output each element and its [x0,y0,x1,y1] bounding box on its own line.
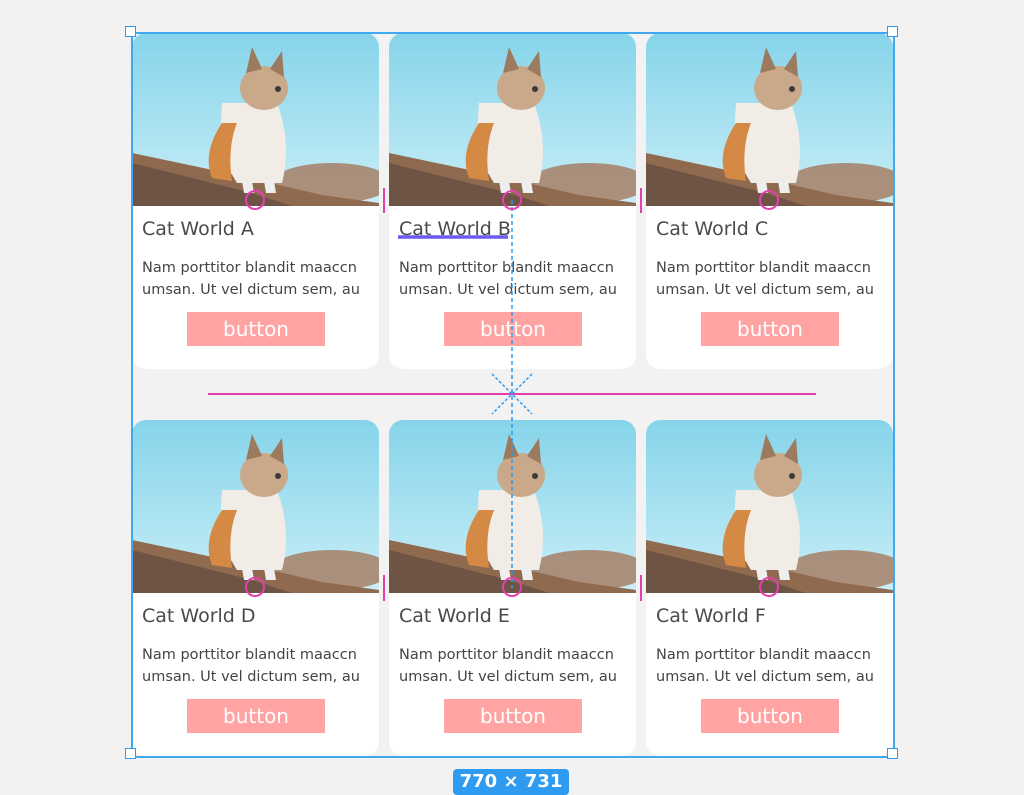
selection-size-badge: 770 × 731 [453,769,569,795]
card-title: Cat World F [656,605,766,627]
card-title: Cat World C [656,218,769,240]
card-description: Nam porttitor blandit maaccn umsan. Ut v… [656,260,874,298]
card-button[interactable]: button [187,699,325,733]
resize-handle-top-right[interactable] [887,26,898,37]
card-e[interactable]: Cat World E Nam porttitor blandit maaccn… [389,420,636,756]
card-title: Cat World B [399,218,511,240]
card-title: Cat World D [142,605,256,627]
card-c[interactable]: Cat World C Nam porttitor blandit maaccn… [646,33,893,369]
card-button[interactable]: button [701,312,839,346]
card-button[interactable]: button [701,699,839,733]
card-d[interactable]: Cat World D Nam porttitor blandit maaccn… [132,420,379,756]
design-canvas[interactable]: Cat World A Nam porttitor blandit maaccn… [0,0,1024,795]
card-button[interactable]: button [187,312,325,346]
card-title: Cat World E [399,605,510,627]
card-a[interactable]: Cat World A Nam porttitor blandit maaccn… [132,33,379,369]
card-f[interactable]: Cat World F Nam porttitor blandit maaccn… [646,420,893,756]
cat-photo [132,33,379,206]
cat-photo [389,420,636,593]
cat-photo [132,420,379,593]
card-description: Nam porttitor blandit maaccn umsan. Ut v… [399,260,617,298]
card-title: Cat World A [142,218,254,240]
cat-photo [646,420,893,593]
card-description: Nam porttitor blandit maaccn umsan. Ut v… [142,260,360,298]
resize-handle-top-left[interactable] [125,26,136,37]
card-description: Nam porttitor blandit maaccn umsan. Ut v… [142,647,360,685]
card-b[interactable]: Cat World B Nam porttitor blandit maaccn… [389,33,636,369]
crosshair-icon [491,373,533,415]
card-button[interactable]: button [444,699,582,733]
cat-photo [389,33,636,206]
resize-handle-bottom-left[interactable] [125,748,136,759]
card-description: Nam porttitor blandit maaccn umsan. Ut v… [399,647,617,685]
card-button[interactable]: button [444,312,582,346]
card-description: Nam porttitor blandit maaccn umsan. Ut v… [656,647,874,685]
cat-photo [646,33,893,206]
resize-handle-bottom-right[interactable] [887,748,898,759]
